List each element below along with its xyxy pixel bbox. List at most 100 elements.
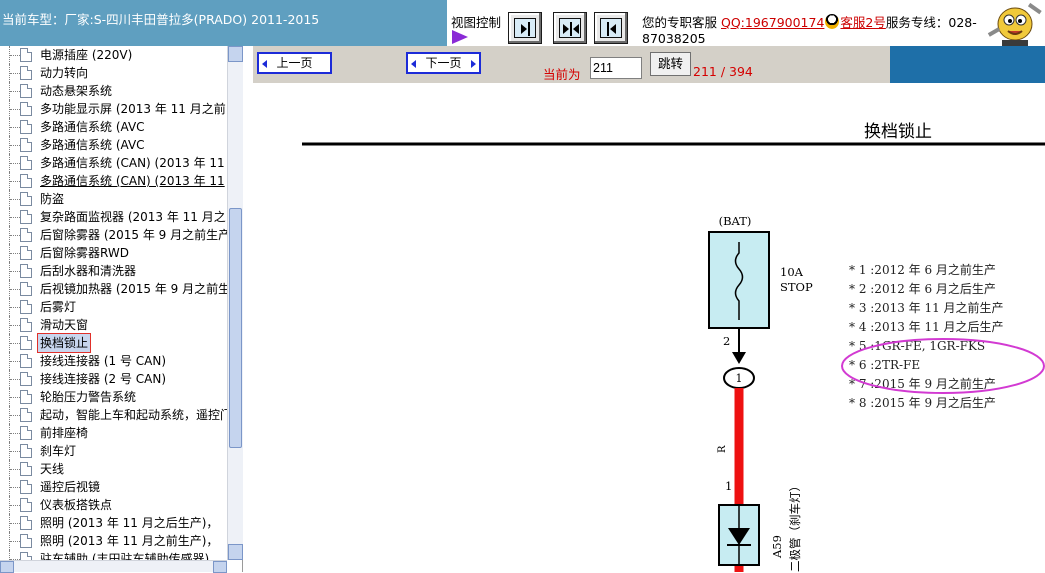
triangle-right-icon: [471, 60, 476, 68]
prev-page-button[interactable]: 上一页: [257, 52, 332, 74]
jump-button[interactable]: 跳转: [650, 52, 691, 76]
tree-horizontal-scrollbar[interactable]: [0, 560, 227, 573]
sidebar-item[interactable]: 刹车灯: [0, 442, 227, 460]
sidebar-item[interactable]: 前排座椅: [0, 424, 227, 442]
sidebar-item-label: 遥控后视镜: [40, 480, 101, 494]
diode-name: 二极管（刹车灯）: [788, 480, 802, 572]
wire-color-label: R: [717, 445, 728, 453]
service2-link[interactable]: 客服2号: [840, 15, 885, 30]
tree-connector: [9, 334, 20, 352]
note-line: * 7 :2015 年 9 月之前生产: [849, 376, 996, 391]
sidebar-item[interactable]: 防盗: [0, 190, 227, 208]
triangle-left-icon: [262, 60, 267, 68]
document-icon: [20, 426, 32, 440]
tree-connector: [9, 298, 20, 316]
mascot-icon: [987, 2, 1042, 46]
scroll-down-arrow-icon[interactable]: [228, 544, 243, 560]
scroll-up-arrow-icon[interactable]: [228, 46, 243, 62]
sidebar-item[interactable]: 照明 (2013 年 11 月之后生产)，: [0, 514, 227, 532]
document-icon: [20, 282, 32, 296]
tree-connector: [9, 514, 20, 532]
document-icon: [20, 84, 32, 98]
hotline-label: 服务专线：028-: [885, 15, 977, 30]
sidebar-item[interactable]: 照明 (2013 年 11 月之前生产)，: [0, 532, 227, 550]
sidebar-item-label: 照明 (2013 年 11 月之前生产)，: [40, 534, 219, 548]
scroll-thumb[interactable]: [229, 208, 242, 448]
next-page-button[interactable]: 下一页: [406, 52, 481, 74]
sidebar-item[interactable]: 多路通信系统 (CAN) (2013 年 11: [0, 172, 227, 190]
sidebar-item[interactable]: 滑动天窗: [0, 316, 227, 334]
connector-number: 1: [736, 372, 743, 385]
sidebar-item[interactable]: 接线连接器 (1 号 CAN): [0, 352, 227, 370]
view-page-right-button[interactable]: [508, 12, 542, 44]
play-icon[interactable]: [452, 30, 468, 44]
sidebar-item[interactable]: 多路通信系统 (CAN) (2013 年 11: [0, 154, 227, 172]
triangle-left-icon: [411, 60, 416, 68]
view-control-label: 视图控制: [451, 15, 502, 30]
sidebar-item[interactable]: 仪表板搭铁点: [0, 496, 227, 514]
tree-connector: [9, 460, 20, 478]
pin-diode-in: 1: [725, 479, 732, 493]
sidebar-item[interactable]: 后窗除雾器RWD: [0, 244, 227, 262]
tree-connector: [9, 280, 20, 298]
sidebar-item[interactable]: 后窗除雾器 (2015 年 9 月之前生产: [0, 226, 227, 244]
document-icon: [20, 336, 32, 350]
document-icon: [20, 174, 32, 188]
tree-connector: [9, 550, 20, 560]
prev-page-label: 上一页: [276, 56, 313, 70]
fuse-amp: 10A: [780, 265, 804, 279]
qq-link[interactable]: QQ:1967900174: [721, 15, 824, 30]
sidebar-item[interactable]: 电源插座 (220V): [0, 46, 227, 64]
sidebar-item[interactable]: 复杂路面监视器 (2013 年 11 月之: [0, 208, 227, 226]
sidebar-item[interactable]: 遥控后视镜: [0, 478, 227, 496]
sidebar-item[interactable]: 驻车辅助 (丰田驻车辅助传感器): [0, 550, 227, 560]
document-icon: [20, 372, 32, 386]
sidebar-item[interactable]: 后雾灯: [0, 298, 227, 316]
sidebar-item[interactable]: 动力转向: [0, 64, 227, 82]
tree-connector: [9, 262, 20, 280]
view-page-fit-button[interactable]: [553, 12, 587, 44]
page-right-icon: [521, 22, 530, 36]
tree-vertical-scrollbar[interactable]: [227, 46, 243, 560]
document-icon: [20, 534, 32, 548]
page-navigation-bar: 上一页 下一页 当前为 跳转 211 / 394: [253, 46, 1045, 83]
sidebar-item-label: 换档锁止: [36, 333, 92, 353]
sidebar-item-label: 复杂路面监视器 (2013 年 11 月之: [40, 210, 226, 224]
page-left-icon: [607, 22, 616, 36]
note-line: * 4 :2013 年 11 月之后生产: [849, 320, 1004, 334]
diode-code: A59: [770, 535, 784, 559]
page-number-input[interactable]: [590, 57, 642, 79]
document-icon: [20, 66, 32, 80]
nav-bar-fill: [890, 46, 1045, 83]
sidebar-item[interactable]: 天线: [0, 460, 227, 478]
sidebar-item[interactable]: 后刮水器和清洗器: [0, 262, 227, 280]
tree-connector: [9, 136, 20, 154]
sidebar-item[interactable]: 后视镜加热器 (2015 年 9 月之前生: [0, 280, 227, 298]
document-icon: [20, 102, 32, 116]
document-icon: [20, 354, 32, 368]
qq-penguin-icon[interactable]: [825, 14, 840, 29]
note-line: * 1 :2012 年 6 月之前生产: [849, 262, 996, 277]
scroll-left-arrow-icon[interactable]: [0, 561, 14, 573]
tree-connector: [9, 244, 20, 262]
document-icon: [20, 390, 32, 404]
sidebar-item[interactable]: 多路通信系统 (AVC: [0, 118, 227, 136]
sidebar-item-label: 照明 (2013 年 11 月之后生产)，: [40, 516, 219, 530]
sidebar-item[interactable]: 接线连接器 (2 号 CAN): [0, 370, 227, 388]
document-icon: [20, 192, 32, 206]
sidebar-item[interactable]: 多路通信系统 (AVC: [0, 136, 227, 154]
document-icon: [20, 48, 32, 62]
wiring-diagram: 换档锁止 (BAT) 10A STOP 2 1 R 1 A59 二极管（刹车灯）…: [302, 122, 1045, 572]
fuse-name: STOP: [780, 280, 813, 294]
sidebar-item-label: 前排座椅: [40, 426, 89, 440]
vehicle-title-bar: 当前车型：厂家:S-四川丰田普拉多(PRADO) 2011-2015: [0, 0, 447, 46]
view-page-left-button[interactable]: [594, 12, 628, 44]
sidebar-item[interactable]: 动态悬架系统: [0, 82, 227, 100]
sidebar-item[interactable]: 多功能显示屏 (2013 年 11 月之前: [0, 100, 227, 118]
sidebar-item-label: 后窗除雾器 (2015 年 9 月之前生产: [40, 228, 227, 242]
sidebar-item[interactable]: 换档锁止: [0, 333, 227, 353]
scroll-right-arrow-icon[interactable]: [213, 561, 227, 573]
sidebar-item[interactable]: 起动，智能上车和起动系统，遥控门锁: [0, 406, 227, 424]
mascot-logo: [984, 0, 1045, 46]
sidebar-item[interactable]: 轮胎压力警告系统: [0, 388, 227, 406]
